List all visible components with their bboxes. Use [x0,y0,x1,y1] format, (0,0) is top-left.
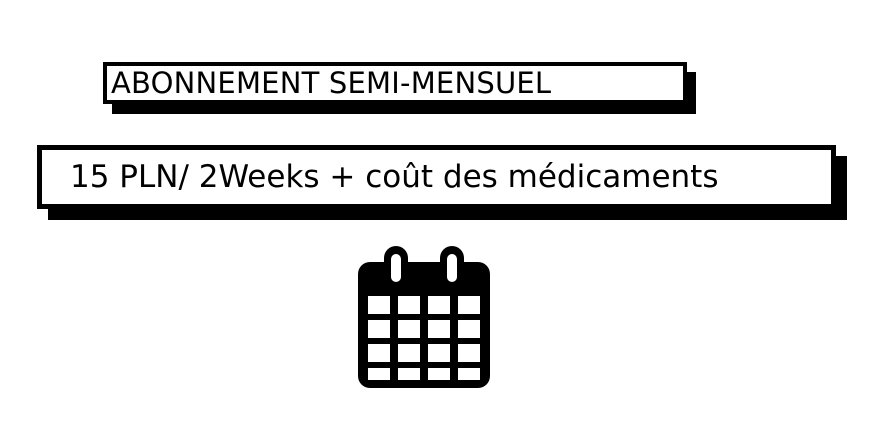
calendar-icon [358,246,490,388]
price-card: 15 PLN/ 2Weeks + coût des médicaments [37,145,836,209]
price-text: 15 PLN/ 2Weeks + coût des médicaments [70,158,719,195]
subscription-title: ABONNEMENT SEMI-MENSUEL [111,65,552,100]
subscription-title-card: ABONNEMENT SEMI-MENSUEL [103,62,687,104]
